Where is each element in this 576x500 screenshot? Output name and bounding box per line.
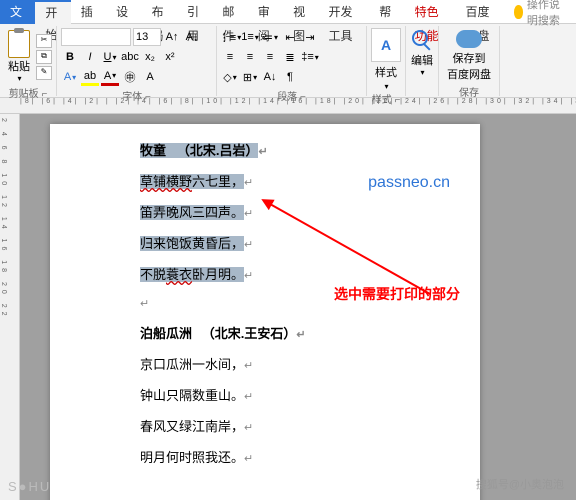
- font-size-select[interactable]: [133, 28, 161, 46]
- cut-button[interactable]: ✂: [36, 34, 52, 48]
- tell-me-label: 操作说明搜索: [527, 0, 568, 28]
- format-painter-button[interactable]: ✎: [36, 66, 52, 80]
- underline-button[interactable]: U▾: [101, 48, 119, 66]
- highlight-button[interactable]: ab: [81, 68, 99, 86]
- poem2-line4: 明月何时照我还。↵: [140, 447, 420, 466]
- bullets-button[interactable]: ⋮≡▾: [221, 28, 239, 46]
- tab-netdisk[interactable]: 百度网盘: [455, 0, 506, 24]
- vertical-ruler[interactable]: 2 4 6 8 10 12 14 16 18 20 22: [0, 114, 20, 500]
- tab-mail[interactable]: 邮件: [212, 0, 247, 24]
- document-page[interactable]: 牧童 （北宋.吕岩）↵ 草铺横野六七里，↵ 笛弄晚风三四声。↵ 归来饱饭黄昏后，…: [50, 124, 480, 500]
- group-edit: 编辑▾: [406, 26, 439, 96]
- bold-button[interactable]: B: [61, 48, 79, 66]
- annotation-url: passneo.cn: [368, 174, 450, 192]
- line-spacing-button[interactable]: ‡≡▾: [301, 48, 319, 66]
- poem1-line2: 笛弄晚风三四声。↵: [140, 202, 420, 221]
- save-to-cloud-button[interactable]: 保存到 百度网盘: [443, 28, 495, 84]
- tell-me-search[interactable]: 操作说明搜索: [506, 0, 576, 28]
- italic-button[interactable]: I: [81, 48, 99, 66]
- strike-button[interactable]: abc: [121, 48, 139, 66]
- poem1-line3: 归来饱饭黄昏后，↵: [140, 233, 420, 252]
- horizontal-ruler[interactable]: |8| |6| |4| |2| | |2| |4| |6| |8| |10| |…: [0, 98, 576, 114]
- save-label: 保存: [443, 84, 495, 99]
- increase-indent-button[interactable]: ⇥: [301, 28, 319, 46]
- group-save: 保存到 百度网盘 保存: [439, 26, 500, 96]
- tab-design[interactable]: 设计: [106, 0, 141, 24]
- ribbon: 粘贴▾ ✂ ⧉ ✎ 剪贴板 ⌐ A↑ A↓ B I U▾ abc x₂: [0, 24, 576, 98]
- page-scroll-area[interactable]: 牧童 （北宋.吕岩）↵ 草铺横野六七里，↵ 笛弄晚风三四声。↵ 归来饱饭黄昏后，…: [20, 114, 576, 500]
- group-clipboard: 粘贴▾ ✂ ⧉ ✎ 剪贴板 ⌐: [0, 26, 57, 96]
- decrease-indent-button[interactable]: ⇤: [281, 28, 299, 46]
- group-styles: A 样式▾ 样式 ⌐: [367, 26, 406, 96]
- poem2-line2: 钟山只隔数重山。↵: [140, 385, 420, 404]
- paste-icon: [8, 30, 30, 58]
- tab-file[interactable]: 文件: [0, 0, 35, 24]
- show-marks-button[interactable]: ¶: [281, 68, 299, 86]
- font-color-button[interactable]: A▾: [101, 68, 119, 86]
- borders-button[interactable]: ⊞▾: [241, 68, 259, 86]
- poem2-title: 泊船瓜洲 （北宋.王安石）↵: [140, 323, 420, 342]
- grow-font-button[interactable]: A↑: [163, 28, 181, 46]
- align-right-button[interactable]: ≡: [261, 48, 279, 66]
- tab-special[interactable]: 特色功能: [405, 0, 456, 24]
- superscript-button[interactable]: x²: [161, 48, 179, 66]
- tab-view[interactable]: 视图: [283, 0, 318, 24]
- numbering-button[interactable]: 1≡▾: [241, 28, 259, 46]
- phonetic-button[interactable]: ㊥: [121, 68, 139, 86]
- poem2-line3: 春风又绿江南岸，↵: [140, 416, 420, 435]
- cloud-icon: [456, 30, 482, 48]
- align-center-button[interactable]: ≡: [241, 48, 259, 66]
- char-border-button[interactable]: A: [141, 68, 159, 86]
- tab-dev[interactable]: 开发工具: [319, 0, 370, 24]
- justify-button[interactable]: ≣: [281, 48, 299, 66]
- sort-button[interactable]: A↓: [261, 68, 279, 86]
- logo-watermark: S●HU: [8, 479, 51, 494]
- tab-help[interactable]: 帮助: [369, 0, 404, 24]
- group-font: A↑ A↓ B I U▾ abc x₂ x² A▾ ab A▾ ㊥ A 字体 ⌐: [57, 26, 217, 96]
- group-paragraph: ⋮≡▾ 1≡▾ ≔▾ ⇤ ⇥ ≡ ≡ ≡ ≣ ‡≡▾ ◇▾ ⊞▾ A↓ ¶ 段落…: [217, 26, 367, 96]
- subscript-button[interactable]: x₂: [141, 48, 159, 66]
- tab-layout[interactable]: 布局: [142, 0, 177, 24]
- poem1-line4: 不脱蓑衣卧月明。↵: [140, 264, 420, 283]
- font-family-select[interactable]: [61, 28, 131, 46]
- shrink-font-button[interactable]: A↓: [183, 28, 201, 46]
- find-icon[interactable]: [410, 28, 434, 52]
- poem2-line1: 京口瓜洲一水间，↵: [140, 354, 420, 373]
- document-area: 2 4 6 8 10 12 14 16 18 20 22 牧童 （北宋.吕岩）↵…: [0, 114, 576, 500]
- paste-button[interactable]: 粘贴▾: [4, 28, 34, 85]
- poem1-title: 牧童 （北宋.吕岩）↵: [140, 140, 420, 159]
- shading-button[interactable]: ◇▾: [221, 68, 239, 86]
- multilevel-button[interactable]: ≔▾: [261, 28, 279, 46]
- bulb-icon: [514, 5, 523, 19]
- source-watermark: 搜狐号@小奥泡泡: [476, 476, 564, 492]
- tab-insert[interactable]: 插入: [71, 0, 106, 24]
- align-left-button[interactable]: ≡: [221, 48, 239, 66]
- tab-start[interactable]: 开始: [35, 0, 70, 24]
- tab-ref[interactable]: 引用: [177, 0, 212, 24]
- tab-review[interactable]: 审阅: [248, 0, 283, 24]
- text-effects-button[interactable]: A▾: [61, 68, 79, 86]
- menu-tabs: 文件 开始 插入 设计 布局 引用 邮件 审阅 视图 开发工具 帮助 特色功能 …: [0, 0, 576, 24]
- annotation-text: 选中需要打印的部分: [334, 284, 460, 304]
- style-gallery[interactable]: A: [371, 28, 401, 62]
- copy-button[interactable]: ⧉: [36, 50, 52, 64]
